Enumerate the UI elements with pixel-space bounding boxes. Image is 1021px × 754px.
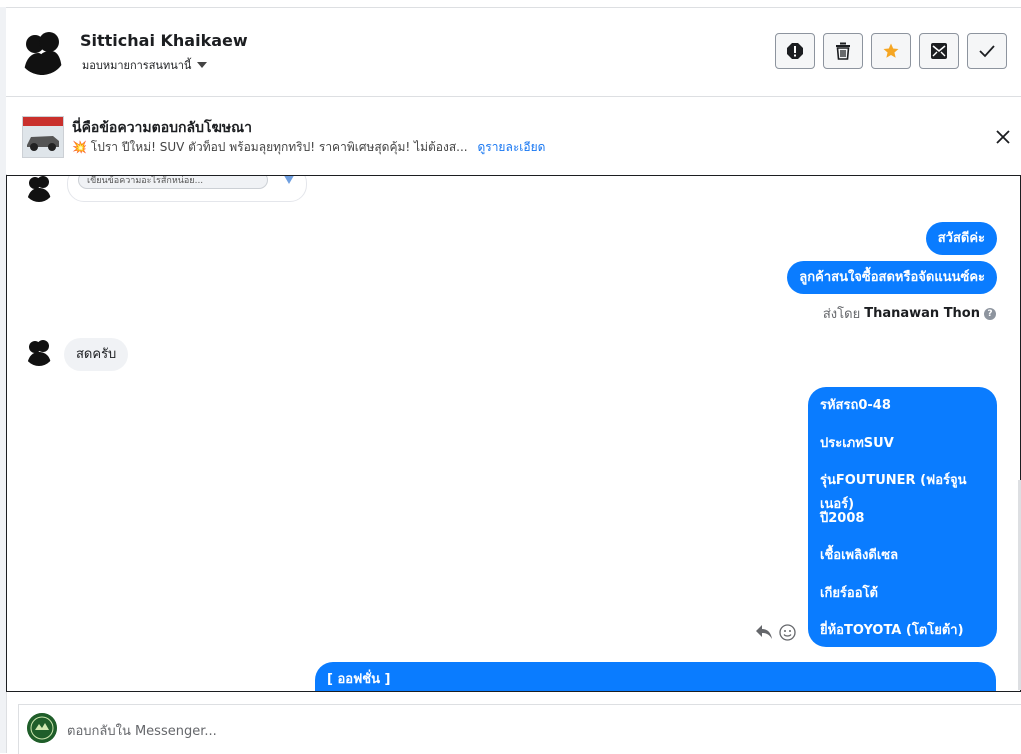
mark-unread-icon (931, 43, 947, 59)
close-icon[interactable] (993, 127, 1013, 147)
ad-reply-banner: นี่คือข้อความตอบกลับโฆษณา 💥 โปรา ปีใหม่!… (6, 97, 1021, 174)
page-avatar (27, 713, 57, 743)
car-details-message[interactable]: รหัสรถ0-48 ประเภทSUV รุ่นFOUTUNER (ฟอร์จ… (808, 387, 997, 647)
contact-name: Sittichai Khaikaew (80, 31, 248, 50)
ad-text: 💥 โปรา ปีใหม่! SUV ตัวท็อป พร้อมลุยทุกทร… (72, 140, 468, 154)
ad-thumbnail[interactable] (22, 116, 64, 158)
sent-by-prefix: ส่งโดย (822, 307, 861, 322)
car-detail-line: เชื้อเพลิงดีเซล (820, 548, 899, 563)
car-detail-line: รุ่นFOUTUNER (ฟอร์จูนเนอร์) (820, 473, 967, 512)
conversation-toolbar (775, 33, 1007, 69)
car-detail-line: ประเภทSUV (820, 435, 894, 451)
assign-dropdown[interactable]: มอบหมายการสนทนานี้ (82, 56, 208, 74)
message-incoming[interactable]: สดครับ (64, 338, 129, 371)
top-edge (0, 0, 1021, 8)
car-detail-line: เกียร์ออโต้ (820, 585, 878, 601)
contact-avatar[interactable] (18, 27, 66, 75)
help-icon[interactable]: ? (984, 307, 996, 320)
comment-preview: เขียนข้อความอะไรสักหน่อย... (67, 176, 307, 202)
conversation-header: Sittichai Khaikaew มอบหมายการสนทนานี้ (6, 8, 1021, 97)
contact-avatar-small (24, 176, 54, 202)
ad-description: 💥 โปรา ปีใหม่! SUV ตัวท็อป พร้อมลุยทุกทร… (72, 138, 545, 157)
check-icon (979, 45, 995, 58)
car-detail-line: รหัสรถ0-48 (820, 398, 891, 413)
delete-button[interactable] (823, 33, 863, 69)
car-detail-line: ยี่ห้อTOYOTA (โตโยต้า) (820, 623, 964, 638)
mark-done-button[interactable] (967, 33, 1007, 69)
reply-icon[interactable] (755, 624, 773, 640)
sent-by-label: ส่งโดย Thanawan Thon ? (823, 303, 996, 324)
message-outgoing[interactable]: สวัสดีค่ะ (925, 222, 997, 255)
star-icon (883, 43, 899, 58)
car-detail-line: ปี2008 (820, 510, 865, 526)
emoji-icon[interactable] (779, 624, 796, 641)
send-icon (284, 176, 294, 184)
options-message[interactable]: [ ออฟชั่น ] (315, 662, 996, 691)
reply-input[interactable]: ตอบกลับใน Messenger... (67, 720, 217, 741)
ad-details-link[interactable]: ดูรายละเอียด (477, 140, 545, 154)
spam-button[interactable] (775, 33, 815, 69)
ad-title: นี่คือข้อความตอบกลับโฆษณา (72, 120, 252, 136)
message-outgoing[interactable]: ลูกค้าสนใจซื้อสดหรือจัดแนนซ์คะ (787, 261, 997, 294)
assign-label: มอบหมายการสนทนานี้ (82, 59, 192, 72)
reply-composer: ตอบกลับใน Messenger... (18, 704, 1021, 754)
message-actions (755, 624, 796, 641)
message-thread[interactable]: เขียนข้อความอะไรสักหน่อย... สวัสดีค่ะ ลู… (6, 175, 1021, 692)
contact-avatar-small (24, 336, 54, 366)
trash-icon (836, 42, 850, 60)
options-label: [ ออฟชั่น ] (327, 672, 391, 687)
star-button[interactable] (871, 33, 911, 69)
alert-icon (787, 43, 803, 59)
comment-input: เขียนข้อความอะไรสักหน่อย... (78, 176, 268, 189)
sent-by-name: Thanawan Thon (864, 306, 980, 321)
caret-down-icon (197, 62, 208, 68)
mark-unread-button[interactable] (919, 33, 959, 69)
